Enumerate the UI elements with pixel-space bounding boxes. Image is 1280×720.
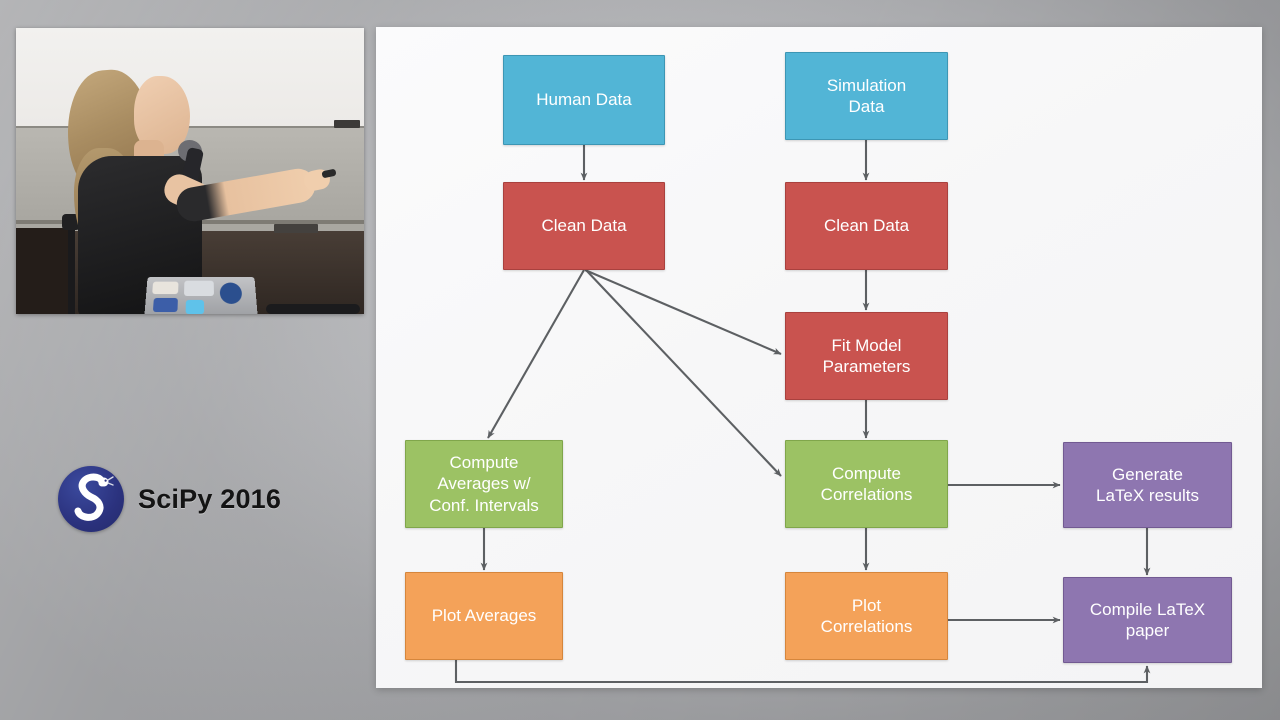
node-generate-latex-results[interactable]: Generate LaTeX results bbox=[1063, 442, 1232, 528]
node-label: Compute Correlations bbox=[820, 463, 913, 504]
laptop-sticker bbox=[185, 299, 205, 314]
conference-name-label: SciPy 2016 bbox=[138, 483, 282, 514]
node-label: Simulation Data bbox=[826, 75, 907, 116]
laptop-sticker bbox=[152, 297, 178, 313]
node-label: Fit Model Parameters bbox=[822, 335, 911, 376]
node-compute-averages[interactable]: Compute Averages w/Conf. Intervals bbox=[405, 440, 563, 528]
laptop-sticker bbox=[219, 282, 243, 304]
node-label: Plot Averages bbox=[431, 606, 537, 626]
laptop-sticker bbox=[152, 281, 179, 295]
node-compute-correlations[interactable]: Compute Correlations bbox=[785, 440, 948, 528]
node-clean-data-right[interactable]: Clean Data bbox=[785, 182, 948, 270]
eraser bbox=[334, 120, 360, 128]
node-simulation-data[interactable]: Simulation Data bbox=[785, 52, 948, 140]
presentation-slide: Human Data Simulation Data Clean Data Cle… bbox=[376, 27, 1262, 688]
laptop-sticker bbox=[184, 280, 214, 296]
screen-background: SciPy 2016 Human Data Simulation Data Cl… bbox=[0, 0, 1280, 720]
whiteboard-surface bbox=[16, 28, 364, 128]
node-plot-averages[interactable]: Plot Averages bbox=[405, 572, 563, 660]
node-label: Generate LaTeX results bbox=[1096, 464, 1199, 505]
node-fit-model-parameters[interactable]: Fit Model Parameters bbox=[785, 312, 948, 400]
node-label: Compile LaTeX paper bbox=[1089, 599, 1206, 640]
node-clean-data-left[interactable]: Clean Data bbox=[503, 182, 665, 270]
node-label: Clean Data bbox=[823, 216, 910, 236]
mic-stand bbox=[68, 218, 75, 314]
laptop bbox=[144, 277, 258, 314]
node-label: Clean Data bbox=[541, 216, 627, 236]
workflow-diagram: Human Data Simulation Data Clean Data Cle… bbox=[376, 27, 1262, 688]
conference-branding: SciPy 2016 bbox=[58, 466, 281, 532]
node-plot-correlations[interactable]: Plot Correlations bbox=[785, 572, 948, 660]
left-dark-panel bbox=[16, 228, 74, 314]
node-label: Compute Averages w/Conf. Intervals bbox=[429, 452, 539, 515]
speaker-video-feed bbox=[16, 28, 364, 314]
node-label: Human Data bbox=[536, 90, 632, 110]
node-compile-latex-paper[interactable]: Compile LaTeX paper bbox=[1063, 577, 1232, 663]
node-label: Plot Correlations bbox=[820, 595, 913, 636]
eraser-2 bbox=[274, 224, 318, 233]
scipy-snake-logo-icon bbox=[58, 466, 124, 532]
node-human-data[interactable]: Human Data bbox=[503, 55, 665, 145]
cables bbox=[266, 304, 360, 314]
